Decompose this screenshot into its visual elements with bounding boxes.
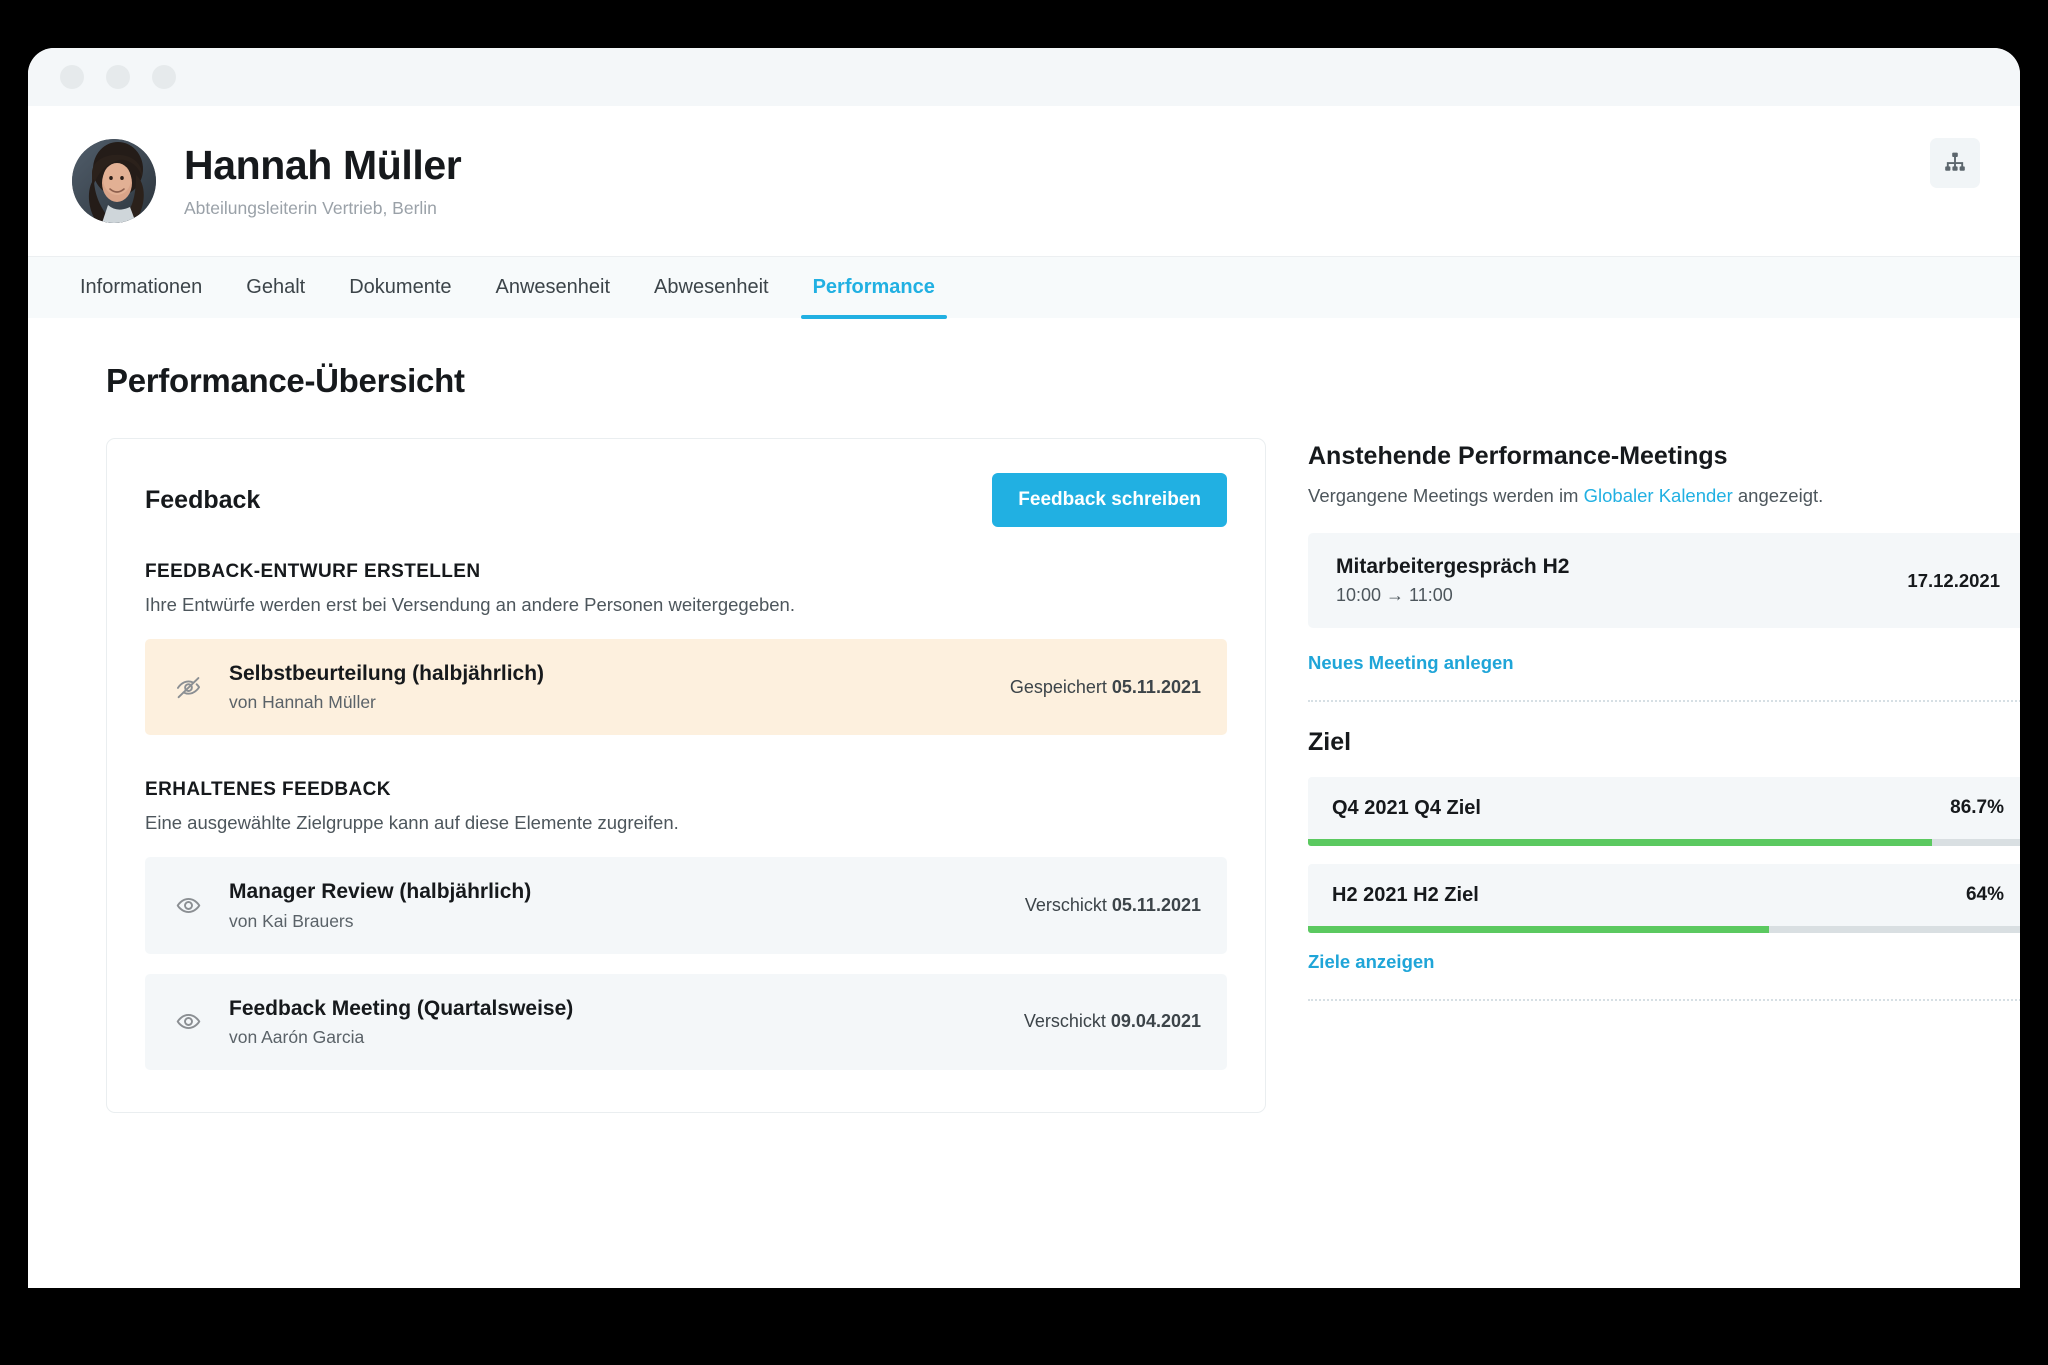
- list-item-status: Verschickt 05.11.2021: [1001, 895, 1201, 916]
- tab-abwesenheit[interactable]: Abwesenheit: [632, 257, 791, 318]
- window-titlebar: [28, 48, 2020, 106]
- list-item-main: Selbstbeurteilung (halbjährlich) von Han…: [229, 661, 986, 713]
- goal-progress-fill: [1308, 926, 1769, 933]
- goal-progress-fill: [1308, 839, 1933, 846]
- list-item-date: 05.11.2021: [1111, 894, 1201, 915]
- goal-percent: 86.7%: [1950, 797, 2004, 818]
- eye-slash-icon: [171, 674, 205, 701]
- list-item-status: Gespeichert 05.11.2021: [986, 677, 1201, 698]
- list-item-main: Feedback Meeting (Quartalsweise) von Aar…: [229, 996, 1000, 1048]
- meetings-note: Vergangene Meetings werden im Globaler K…: [1308, 485, 2020, 507]
- divider: [1308, 999, 2020, 1001]
- screenshot-root: Hannah Müller Abteilungsleiterin Vertrie…: [0, 0, 2048, 1365]
- list-item-title: Selbstbeurteilung (halbjährlich): [229, 662, 545, 685]
- list-item-main: Manager Review (halbjährlich) von Kai Br…: [229, 879, 1001, 931]
- tab-gehalt[interactable]: Gehalt: [224, 257, 327, 318]
- goal-percent: 64%: [1965, 884, 2004, 905]
- profile-name-block: Hannah Müller Abteilungsleiterin Vertrie…: [184, 142, 462, 218]
- meetings-note-suffix: angezeigt.: [1732, 485, 1824, 506]
- list-item-status-text: Verschickt: [1023, 1011, 1111, 1032]
- goal-progress-track: [1308, 839, 2020, 846]
- feedback-card-header: Feedback Feedback schreiben: [145, 473, 1227, 527]
- main-content: Performance-Übersicht Feedback Feedback …: [28, 318, 2020, 1288]
- meeting-name: Mitarbeitergespräch H2: [1336, 555, 1570, 578]
- content-columns: Feedback Feedback schreiben FEEDBACK-ENT…: [106, 438, 2020, 1113]
- list-item-author: von Kai Brauers: [229, 910, 354, 931]
- received-section-label: ERHALTENES FEEDBACK: [145, 779, 391, 801]
- page-title: Hannah Müller: [184, 142, 462, 189]
- performance-overview-title: Performance-Übersicht: [106, 362, 465, 399]
- list-item-title: Manager Review (halbjährlich): [229, 880, 532, 904]
- write-feedback-button[interactable]: Feedback schreiben: [992, 473, 1227, 527]
- list-item-author: von Aarón Garcia: [229, 1026, 365, 1047]
- draft-section-label: FEEDBACK-ENTWURF ERSTELLEN: [145, 561, 481, 582]
- minimize-dot[interactable]: [60, 65, 84, 89]
- tab-anwesenheit[interactable]: Anwesenheit: [474, 257, 633, 318]
- goal-row: Q4 2021 Q4 Ziel 86.7%: [1308, 777, 2020, 839]
- eye-icon: [171, 1008, 205, 1035]
- goal-progress-track: [1308, 926, 2020, 933]
- show-goals-link[interactable]: Ziele anzeigen: [1308, 951, 1434, 973]
- received-section-description: Eine ausgewählte Zielgruppe kann auf die…: [145, 812, 679, 834]
- meeting-links: Neues Meeting anlegen: [1308, 652, 2020, 674]
- maximize-dot[interactable]: [106, 65, 130, 89]
- profile-role: Abteilungsleiterin Vertrieb, Berlin: [184, 197, 437, 218]
- create-meeting-link[interactable]: Neues Meeting anlegen: [1308, 652, 1514, 674]
- tab-dokumente[interactable]: Dokumente: [327, 257, 473, 318]
- global-calendar-link[interactable]: Globaler Kalender: [1584, 485, 1733, 506]
- draft-section-description: Ihre Entwürfe werden erst bei Versendung…: [145, 594, 795, 615]
- divider: [1308, 700, 2020, 702]
- goal-row: H2 2021 H2 Ziel 64%: [1308, 864, 2020, 926]
- list-item[interactable]: Manager Review (halbjährlich) von Kai Br…: [145, 857, 1227, 954]
- goal-links: Ziele anzeigen: [1308, 951, 2020, 973]
- list-item-title: Feedback Meeting (Quartalsweise): [229, 996, 574, 1020]
- profile-tabs: Informationen Gehalt Dokumente Anwesenhe…: [28, 256, 2020, 319]
- performance-sidebar: Anstehende Performance-Meetings Vergange…: [1308, 438, 2020, 1027]
- meetings-title: Anstehende Performance-Meetings: [1308, 442, 1728, 470]
- meetings-note-prefix: Vergangene Meetings werden im: [1308, 485, 1584, 506]
- list-item-status: Verschickt 09.04.2021: [1000, 1011, 1201, 1032]
- feedback-card: Feedback Feedback schreiben FEEDBACK-ENT…: [106, 438, 1266, 1113]
- goal-name: H2 2021 H2 Ziel: [1332, 883, 1479, 906]
- browser-window: Hannah Müller Abteilungsleiterin Vertrie…: [28, 48, 2020, 1288]
- list-item[interactable]: Feedback Meeting (Quartalsweise) von Aar…: [145, 973, 1227, 1070]
- tab-performance[interactable]: Performance: [791, 257, 957, 319]
- list-item-status-text: Gespeichert: [1009, 676, 1112, 697]
- close-dot[interactable]: [152, 65, 176, 89]
- goal-name: Q4 2021 Q4 Ziel: [1332, 796, 1481, 819]
- list-item-author: von Hannah Müller: [229, 692, 376, 713]
- feedback-title: Feedback: [145, 485, 261, 514]
- meeting-item[interactable]: Mitarbeitergespräch H2 10:00 → 11:00 17.…: [1308, 533, 2020, 628]
- eye-icon: [171, 892, 205, 919]
- goals-title: Ziel: [1308, 728, 1352, 756]
- avatar: [72, 139, 156, 223]
- goal-item[interactable]: Q4 2021 Q4 Ziel 86.7%: [1308, 777, 2020, 846]
- org-chart-button[interactable]: [1930, 138, 1980, 188]
- profile-header: Hannah Müller Abteilungsleiterin Vertrie…: [28, 106, 2020, 256]
- list-item-date: 05.11.2021: [1111, 676, 1201, 697]
- list-item-date: 09.04.2021: [1110, 1011, 1201, 1032]
- goal-item[interactable]: H2 2021 H2 Ziel 64%: [1308, 864, 2020, 933]
- meeting-date: 17.12.2021: [1907, 569, 2000, 591]
- meeting-item-main: Mitarbeitergespräch H2 10:00 → 11:00: [1336, 555, 1569, 606]
- list-item[interactable]: Selbstbeurteilung (halbjährlich) von Han…: [145, 639, 1227, 736]
- meeting-time: 10:00 → 11:00: [1336, 585, 1453, 605]
- tab-informationen[interactable]: Informationen: [80, 257, 224, 318]
- org-chart-icon: [1943, 150, 1967, 177]
- list-item-status-text: Verschickt: [1024, 894, 1112, 915]
